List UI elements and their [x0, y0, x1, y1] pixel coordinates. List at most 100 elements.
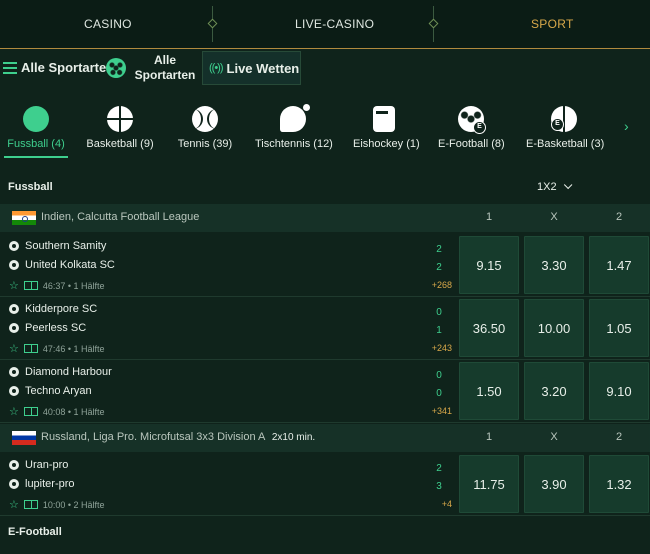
sport-item-football[interactable]: Fussball (4): [4, 96, 68, 158]
odd-button-away[interactable]: 1.05: [589, 299, 649, 357]
home-team-name: Kidderpore SC: [25, 303, 98, 315]
home-team: Uran-pro: [9, 459, 68, 471]
section-title: E-Football: [8, 526, 62, 538]
star-icon[interactable]: ☆: [9, 405, 19, 418]
match-time: 47:46 • 1 Hälfte: [42, 343, 105, 354]
live-bets-label: Live Wetten: [226, 60, 300, 76]
away-team: Techno Aryan: [9, 385, 92, 397]
russia-flag-icon: [12, 431, 36, 445]
match-time: 46:37 • 1 Hälfte: [42, 280, 105, 291]
sport-item-tennis[interactable]: Tennis (39): [176, 96, 234, 158]
match-row[interactable]: Kidderpore SC Peerless SC 0 1 ☆ 47:46 • …: [0, 298, 650, 360]
sport-item-ebasketball[interactable]: E-Basketball (3): [526, 96, 605, 158]
home-team-name: Southern Samity: [25, 240, 107, 252]
away-team-name: Techno Aryan: [25, 385, 92, 397]
match-row[interactable]: Diamond Harbour Techno Aryan 0 0 ☆ 40:08…: [0, 361, 650, 423]
match-meta: ☆ 10:00 • 2 Hälfte: [9, 498, 105, 511]
live-bets-button[interactable]: ((•)) Live Wetten: [202, 51, 301, 85]
league-header[interactable]: Russland, Liga Pro. Microfutsal 3x3 Divi…: [0, 424, 650, 452]
odd-button-home[interactable]: 36.50: [459, 299, 519, 357]
market-selector-label: 1X2: [537, 181, 557, 193]
home-score: 0: [436, 307, 442, 318]
sport-label: E-Basketball (3): [526, 138, 605, 150]
odd-button-draw[interactable]: 10.00: [524, 299, 584, 357]
away-score: 2: [436, 262, 442, 273]
league-header[interactable]: Indien, Calcutta Football League 1 X 2: [0, 204, 650, 232]
diamond-ornament-icon: [428, 18, 439, 29]
away-team-name: Peerless SC: [25, 322, 87, 334]
tennis-icon: [192, 106, 218, 132]
pitch-icon[interactable]: [23, 344, 38, 353]
team-jersey-icon: [9, 386, 19, 396]
efootball-icon: [458, 106, 486, 134]
star-icon[interactable]: ☆: [9, 279, 19, 292]
pitch-icon[interactable]: [23, 407, 38, 416]
match-meta: ☆ 47:46 • 1 Hälfte: [9, 342, 105, 355]
india-flag-icon: [12, 211, 36, 225]
tab-casino[interactable]: CASINO: [84, 17, 132, 31]
column-home: 1: [485, 211, 493, 223]
column-home: 1: [485, 431, 493, 443]
home-team-name: Uran-pro: [25, 459, 69, 471]
sport-item-table-tennis[interactable]: Tischtennis (12): [255, 96, 333, 158]
market-selector[interactable]: 1X2: [537, 180, 573, 193]
tab-all-sports[interactable]: Alle Sportarten: [132, 53, 198, 83]
sport-label: Basketball (9): [86, 138, 154, 150]
sports-carousel: Fussball (4) Basketball (9) Tennis (39) …: [0, 96, 650, 160]
away-team: Peerless SC: [9, 322, 86, 334]
odd-button-away[interactable]: 1.47: [589, 236, 649, 294]
sport-label: Fussball (4): [7, 138, 65, 150]
away-score: 1: [436, 325, 442, 336]
pitch-icon[interactable]: [23, 281, 38, 290]
away-score: 0: [436, 388, 442, 399]
home-score: 0: [436, 370, 442, 381]
match-row[interactable]: Southern Samity United Kolkata SC 2 2 ☆ …: [0, 235, 650, 297]
odd-button-home[interactable]: 11.75: [459, 455, 519, 513]
football-icon: [23, 106, 49, 132]
match-row[interactable]: Uran-pro lupiter-pro 2 3 ☆ 10:00 • 2 Häl…: [0, 454, 650, 516]
tab-sport[interactable]: SPORT: [531, 17, 574, 31]
away-score: 3: [436, 481, 442, 492]
team-jersey-icon: [9, 304, 19, 314]
chevron-down-icon: [563, 180, 573, 190]
sub-navigation: Alle Sportarten Alle Sportarten ((•)) Li…: [0, 49, 650, 91]
odd-button-draw[interactable]: 3.20: [524, 362, 584, 420]
live-signal-icon: ((•)): [209, 62, 223, 74]
home-team: Kidderpore SC: [9, 303, 97, 315]
home-score: 2: [436, 463, 442, 474]
match-time: 40:08 • 1 Hälfte: [42, 406, 105, 417]
star-icon[interactable]: ☆: [9, 342, 19, 355]
more-markets-count[interactable]: +243: [426, 343, 452, 353]
away-team-name: lupiter-pro: [25, 478, 75, 490]
hamburger-menu-icon: [3, 61, 17, 74]
odd-button-home[interactable]: 1.50: [459, 362, 519, 420]
sport-item-efootball[interactable]: E-Football (8): [438, 96, 505, 158]
tab-live-casino[interactable]: LIVE-CASINO: [295, 17, 374, 31]
odd-button-home[interactable]: 9.15: [459, 236, 519, 294]
more-markets-count[interactable]: +4: [426, 499, 452, 509]
all-sports-menu-button[interactable]: Alle Sportarten: [3, 60, 114, 75]
star-icon[interactable]: ☆: [9, 498, 19, 511]
odd-button-away[interactable]: 9.10: [589, 362, 649, 420]
ice-hockey-icon: [373, 106, 395, 132]
away-team-name: United Kolkata SC: [25, 259, 115, 271]
league-name-wrapper: Russland, Liga Pro. Microfutsal 3x3 Divi…: [41, 431, 315, 443]
odd-button-draw[interactable]: 3.90: [524, 455, 584, 513]
top-navigation: CASINO LIVE-CASINO SPORT: [0, 0, 650, 49]
home-score: 2: [436, 244, 442, 255]
column-away: 2: [615, 211, 623, 223]
sport-label: Tennis (39): [177, 138, 233, 150]
pitch-icon[interactable]: [23, 500, 38, 509]
team-jersey-icon: [9, 460, 19, 470]
basketball-icon: [107, 106, 133, 132]
odd-button-away[interactable]: 1.32: [589, 455, 649, 513]
more-markets-count[interactable]: +268: [426, 280, 452, 290]
odd-button-draw[interactable]: 3.30: [524, 236, 584, 294]
match-meta: ☆ 46:37 • 1 Hälfte: [9, 279, 105, 292]
sport-item-basketball[interactable]: Basketball (9): [86, 96, 154, 158]
sport-item-ice-hockey[interactable]: Eishockey (1): [353, 96, 420, 158]
more-markets-count[interactable]: +341: [426, 406, 452, 416]
chevron-right-icon[interactable]: ›: [624, 118, 629, 134]
column-draw: X: [550, 211, 558, 223]
match-meta: ☆ 40:08 • 1 Hälfte: [9, 405, 105, 418]
